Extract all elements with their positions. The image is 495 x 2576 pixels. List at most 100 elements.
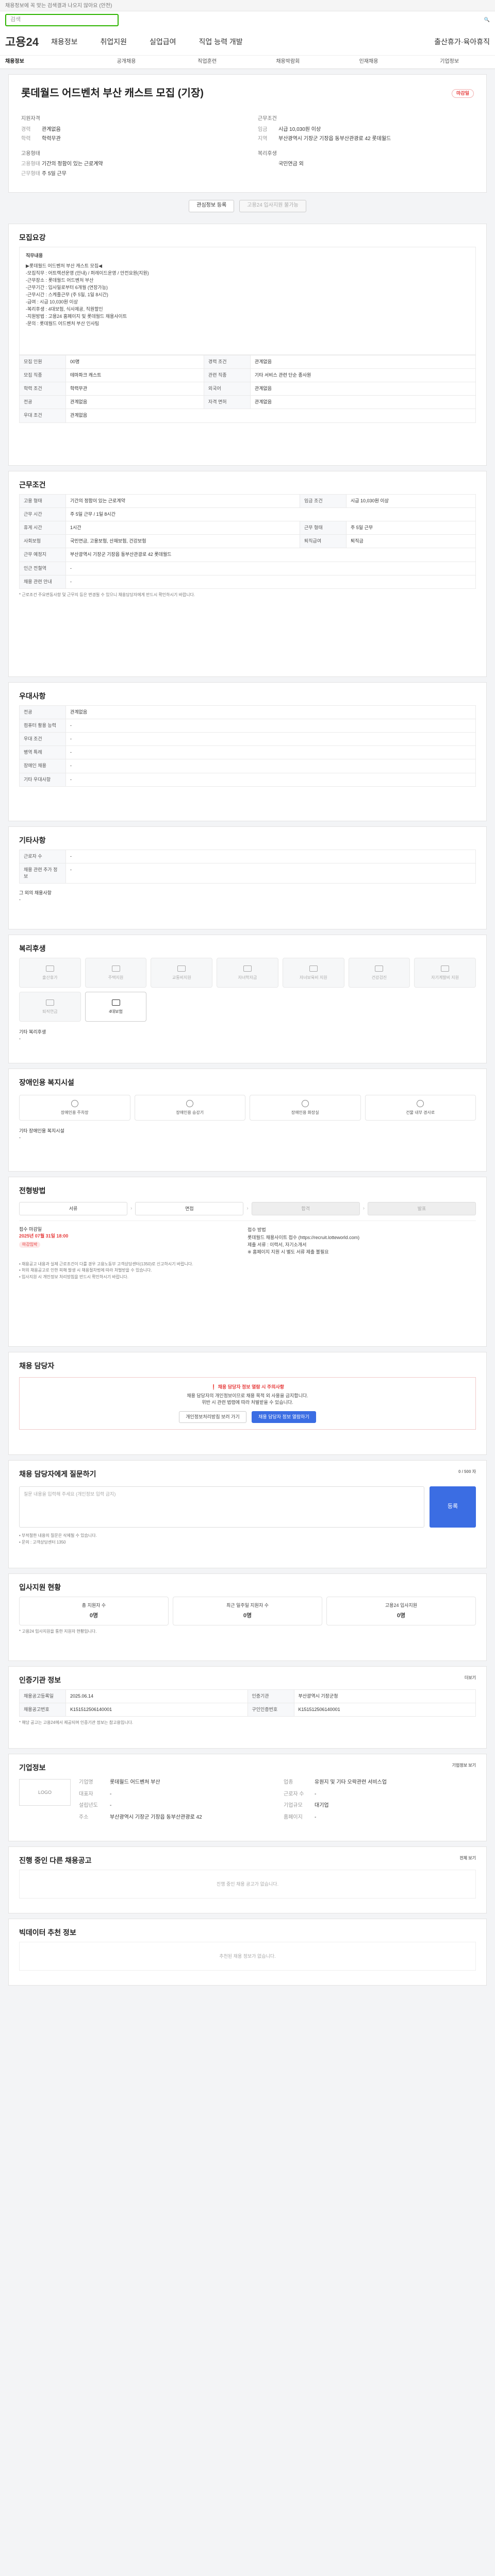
- kv-value: 주 5일 근무: [42, 171, 67, 177]
- facility-label: 건물 내부 경사로: [406, 1110, 435, 1115]
- chevron-right-icon: ›: [362, 1206, 365, 1212]
- kv-key: 경력: [21, 126, 31, 132]
- table-row: 채용 관련 안내 -: [19, 574, 476, 589]
- deadline-badge: 마감일: [452, 89, 474, 98]
- lnb-item[interactable]: 직업훈련: [167, 58, 248, 66]
- kv-key: 기업규모: [284, 1803, 303, 1809]
- lnb-item[interactable]: 채용정보: [5, 58, 86, 66]
- row-value: 기간의 정함이 있는 근로계약: [65, 494, 300, 509]
- kv-value: -: [315, 1791, 317, 1797]
- row-label: 구인인증번호: [247, 1703, 294, 1717]
- facility-icon: [71, 1100, 78, 1107]
- row-value: 테마파크 캐스트: [65, 368, 204, 383]
- row-value: 시급 10,030원 이상: [345, 494, 476, 509]
- facility-label: 장애인용 승강기: [176, 1110, 204, 1115]
- facility-icon: [186, 1100, 194, 1107]
- company-info-button[interactable]: 기업정보 보기: [452, 1762, 476, 1769]
- status-label: 고용24 입사지원: [385, 1602, 418, 1608]
- kv-key: 대표자: [79, 1791, 93, 1797]
- submit-question-button[interactable]: 등록: [430, 1486, 476, 1528]
- gnb-item[interactable]: 실업급여: [150, 37, 176, 47]
- selection-steps: 서류 › 면접 › 합격 › 발표: [19, 1202, 476, 1216]
- welfare-card: 퇴직연금: [19, 992, 81, 1022]
- welfare-card: 자녀학자금: [217, 958, 278, 988]
- bookmark-button[interactable]: 관심정보 등록: [189, 200, 235, 212]
- status-count: 0명: [243, 1612, 252, 1619]
- recommend-section: 빅데이터 추천 정보 추천된 채용 정보가 없습니다.: [8, 1919, 487, 1986]
- kv-value: -: [110, 1803, 112, 1809]
- table-row: 모집 직종 테마파크 캐스트 관련 직종 기타 서비스 관련 단순 종사원: [19, 368, 476, 383]
- welfare-icon: [45, 999, 54, 1006]
- gnb-item[interactable]: 취업지원: [100, 37, 127, 47]
- row-value: K151512506140001: [293, 1703, 476, 1717]
- welfare-icon: [177, 965, 186, 972]
- job-summary-card: 롯데월드 어드벤처 부산 캐스트 모집 (기장) 마감일 지원자격 경력 관계없음 …: [8, 74, 487, 193]
- company-kv: 설립년도 -: [79, 1802, 271, 1810]
- table-row: 근로자 수-: [19, 850, 476, 864]
- row-value: 관계없음: [250, 355, 476, 369]
- search-input[interactable]: 검색: [5, 14, 119, 26]
- table-row: 학력 조건 학력무관 외국어 관계없음: [19, 382, 476, 396]
- condition-heading: 근무조건: [258, 116, 277, 122]
- privacy-policy-button[interactable]: 개인정보처리방침 보러 가기: [179, 1411, 246, 1423]
- selection-step: 면접: [135, 1202, 244, 1216]
- gnb-item[interactable]: 직업 능력 개발: [199, 37, 243, 47]
- row-label: 경력 조건: [203, 355, 251, 369]
- more-link[interactable]: 더보기: [465, 1675, 476, 1681]
- job-description: ▶롯데월드 어드벤처 부산 캐스트 모집◀ -모집직무 : 어트랙션운영 (안내…: [26, 263, 149, 326]
- preference-table: 전공 관계없음 컴퓨터 활용 능력 - 우대 조건 - 병역 특례 - 장애인 채용 - 기타 우대…: [19, 705, 476, 787]
- row-value: -: [65, 850, 476, 864]
- company-kv: 대표자 -: [79, 1791, 271, 1799]
- company-title: 기업정보: [19, 1764, 46, 1772]
- search-icon[interactable]: 🔍: [484, 16, 490, 23]
- view-contact-button[interactable]: 채용 담당자 정보 열람하기: [252, 1411, 316, 1423]
- other-jobs-section: 진행 중인 다른 채용공고 전체 보기 진행 중인 채용 공고가 없습니다.: [8, 1846, 487, 1913]
- apply-method-label: 접수 방법: [248, 1227, 266, 1233]
- section-title: 진행 중인 다른 채용공고 전체 보기: [9, 1847, 486, 1870]
- lnb-item[interactable]: 채용박람회: [248, 58, 328, 66]
- section-title: 근무조건: [19, 481, 46, 489]
- disability-other-label: 기타 장애인용 복지시설: [19, 1128, 64, 1134]
- selection-step: 발표: [368, 1202, 476, 1216]
- work-table: 고용 형태 기간의 정함이 있는 근로계약 임금 조건 시급 10,030원 이상 근무…: [19, 494, 476, 589]
- row-value: 주 5일 근무: [345, 521, 476, 535]
- section-title: 채용 담당자: [19, 1362, 55, 1370]
- welfare-section: 복리후생 출산휴가 주택지원 교통비지원 자녀학자금 자녀보육비 지원 건강검진 자기계발비…: [8, 935, 487, 1063]
- view-all-link[interactable]: 전체 보기: [459, 1855, 476, 1861]
- row-label: 고용 형태: [19, 494, 66, 509]
- table-row: 컴퓨터 활용 능력 -: [19, 719, 476, 733]
- welfare-other-label: 기타 복리후생: [19, 1029, 46, 1035]
- table-row: 기타 우대사항 -: [19, 772, 476, 787]
- kv-key: 임금: [258, 126, 268, 132]
- gnb-item[interactable]: 채용정보: [51, 37, 78, 47]
- empty-state: 진행 중인 채용 공고가 없습니다.: [19, 1870, 476, 1899]
- gnb-item[interactable]: 출산휴가·육아휴직: [434, 37, 490, 47]
- company-section: 기업정보 기업정보 보기 LOGO 기업명 롯데월드 어드벤처 부산 업종 유원지 및 …: [8, 1754, 487, 1841]
- table-row: 휴게 시간 1시간 근무 형태 주 5일 근무: [19, 521, 476, 535]
- lnb-item[interactable]: 인재채용: [328, 58, 409, 66]
- row-label: 자격 면허: [203, 395, 251, 410]
- section-title: 입사지원 현황: [19, 1583, 61, 1591]
- table-row: 인근 전철역 -: [19, 561, 476, 575]
- kv-key: 지역: [258, 136, 268, 142]
- preference-section: 우대사항 전공 관계없음 컴퓨터 활용 능력 - 우대 조건 - 병역 특례 - 장애인 채용 -…: [8, 682, 487, 821]
- kv-key: 고용형태: [21, 161, 40, 167]
- row-value: 퇴직금: [345, 534, 476, 549]
- question-textarea[interactable]: 질문 내용을 입력해 주세요 (개인정보 입력 금지): [19, 1486, 424, 1528]
- row-value: -: [65, 561, 476, 575]
- lnb-item[interactable]: 기업정보: [409, 58, 490, 66]
- lnb-item[interactable]: 공개채용: [86, 58, 167, 66]
- table-row: 채용공고번호 K151512506140001 구인인증번호 K15151250614…: [19, 1703, 476, 1717]
- kv-value: -: [315, 1814, 317, 1820]
- row-value: 부산광역시 기장군청: [293, 1689, 476, 1704]
- employment-heading: 고용형태: [21, 150, 40, 157]
- manage-note: * 해당 공고는 고용24에서 제공되며 인증기관 정보는 참고용입니다.: [19, 1720, 134, 1725]
- apply-button[interactable]: 고용24 입사지원 불가능: [239, 200, 306, 212]
- manage-title: 인증기관 정보: [19, 1676, 61, 1684]
- row-value: -: [65, 863, 476, 884]
- kv-key: 업종: [284, 1780, 293, 1786]
- site-logo[interactable]: 고용24: [5, 34, 39, 50]
- etc-sub-value: -: [19, 897, 21, 903]
- chevron-right-icon: ›: [130, 1206, 133, 1212]
- welfare-icon: [243, 965, 252, 972]
